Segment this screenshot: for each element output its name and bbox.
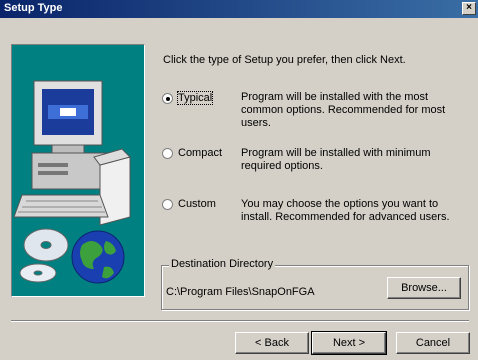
option-description-compact: Program will be installed with minimum r… <box>241 147 431 172</box>
title-bar: Setup Type × <box>0 0 478 18</box>
browse-button[interactable]: Browse... <box>387 277 461 299</box>
option-description-custom: You may choose the options you want to i… <box>241 198 450 223</box>
radio-custom[interactable] <box>162 199 173 210</box>
next-button[interactable]: Next > <box>311 331 387 355</box>
instruction-text: Click the type of Setup you prefer, then… <box>163 54 406 66</box>
option-label-compact: Compact <box>178 147 223 159</box>
separator <box>11 320 469 322</box>
option-label-custom: Custom <box>178 198 216 210</box>
computer-illustration-icon <box>13 80 131 284</box>
radio-typical[interactable] <box>162 93 173 104</box>
option-label-typical: Typical <box>176 91 214 105</box>
destination-path: C:\Program Files\SnapOnFGA <box>166 286 315 298</box>
destination-legend: Destination Directory <box>169 258 276 270</box>
window-title: Setup Type <box>4 2 63 14</box>
setup-illustration <box>11 44 145 297</box>
radio-compact[interactable] <box>162 148 173 159</box>
back-button[interactable]: < Back <box>235 332 309 354</box>
option-description-typical: Program will be installed with the most … <box>241 91 446 129</box>
cancel-button[interactable]: Cancel <box>396 332 470 354</box>
close-button[interactable]: × <box>462 2 476 15</box>
